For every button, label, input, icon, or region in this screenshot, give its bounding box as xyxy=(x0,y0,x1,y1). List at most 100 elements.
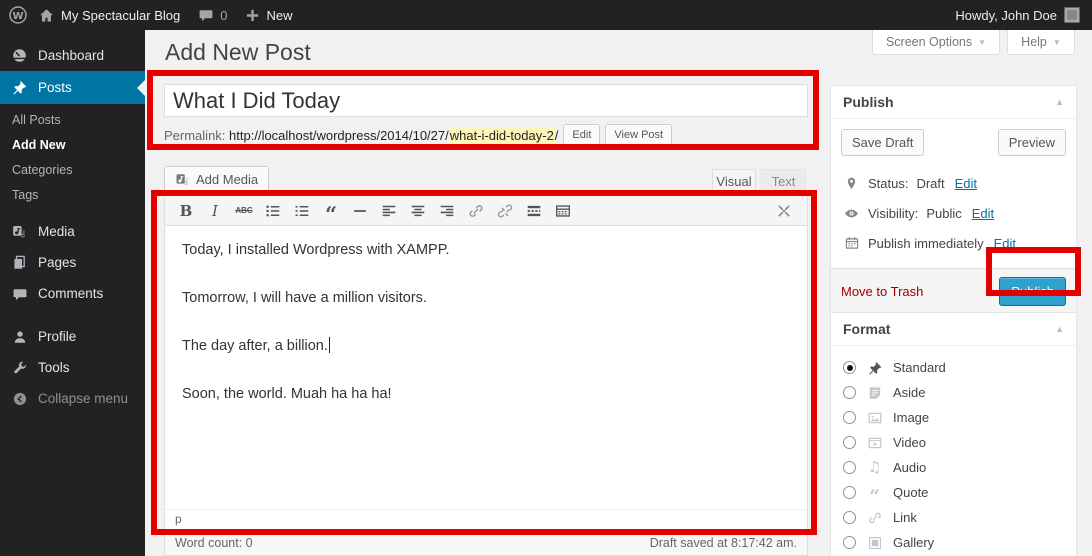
audio-note-icon: ♫ xyxy=(865,460,884,475)
draft-saved-timestamp: Draft saved at 8:17:42 am. xyxy=(650,536,797,550)
format-radio-video[interactable] xyxy=(843,436,856,449)
paragraph-text: The day after, a billion. xyxy=(182,338,328,354)
move-to-trash-link[interactable]: Move to Trash xyxy=(841,284,923,299)
fullscreen-icon[interactable] xyxy=(771,199,797,223)
align-center-icon[interactable] xyxy=(405,199,431,223)
add-media-label: Add Media xyxy=(196,172,258,187)
format-option-aside[interactable]: Aside xyxy=(831,380,1076,405)
screen-options-button[interactable]: Screen Options ▼ xyxy=(872,30,1000,55)
format-option-audio[interactable]: ♫ Audio xyxy=(831,455,1076,480)
tab-text[interactable]: Text xyxy=(761,169,806,193)
sidebar-item-pages[interactable]: Pages xyxy=(0,247,145,278)
save-draft-button[interactable]: Save Draft xyxy=(841,129,924,156)
format-radio-quote[interactable] xyxy=(843,486,856,499)
paragraph-text: Soon, the world. Muah ha ha ha! xyxy=(182,386,392,402)
aside-icon xyxy=(865,385,884,401)
status-pin-icon xyxy=(843,176,860,191)
format-panel-title: Format xyxy=(843,321,890,337)
format-radio-image[interactable] xyxy=(843,411,856,424)
publish-button[interactable]: Publish xyxy=(999,277,1066,306)
editor-paragraph: The day after, a billion. xyxy=(182,336,790,357)
toolbar-toggle-icon[interactable] xyxy=(550,199,576,223)
format-option-image[interactable]: Image xyxy=(831,405,1076,430)
editor-element-path[interactable]: p xyxy=(165,509,807,530)
strikethrough-icon[interactable]: ABC xyxy=(231,199,257,223)
unlink-icon[interactable] xyxy=(492,199,518,223)
wordpress-logo-menu[interactable]: W xyxy=(8,5,28,25)
edit-permalink-button[interactable]: Edit xyxy=(563,124,600,146)
format-radio-link[interactable] xyxy=(843,511,856,524)
tab-visual[interactable]: Visual xyxy=(712,169,756,193)
help-label: Help xyxy=(1021,35,1047,49)
chevron-down-icon: ▼ xyxy=(1053,38,1061,47)
sidebar-item-tools[interactable]: Tools xyxy=(0,352,145,383)
italic-icon[interactable]: I xyxy=(202,199,228,223)
submenu-tags[interactable]: Tags xyxy=(0,183,145,208)
format-option-link[interactable]: Link xyxy=(831,505,1076,530)
edit-status-link[interactable]: Edit xyxy=(955,176,977,191)
post-visibility-row: Visibility: Public Edit xyxy=(843,198,1064,228)
edit-visibility-link[interactable]: Edit xyxy=(972,206,994,221)
submenu-add-new[interactable]: Add New xyxy=(0,133,145,158)
sidebar-item-posts[interactable]: Posts xyxy=(0,71,145,104)
publish-panel-title: Publish xyxy=(843,94,894,110)
posts-submenu: All Posts Add New Categories Tags xyxy=(0,104,145,216)
align-left-icon[interactable] xyxy=(376,199,402,223)
align-right-icon[interactable] xyxy=(434,199,460,223)
help-button[interactable]: Help ▼ xyxy=(1007,30,1075,55)
comments-count: 0 xyxy=(220,8,227,23)
editor-paragraph: Soon, the world. Muah ha ha ha! xyxy=(182,384,790,405)
format-option-video[interactable]: Video xyxy=(831,430,1076,455)
format-option-label: Video xyxy=(893,435,926,450)
comments-shortcut[interactable]: 0 xyxy=(198,7,227,23)
edit-schedule-link[interactable]: Edit xyxy=(994,236,1016,251)
collapse-panel-icon[interactable]: ▲ xyxy=(1055,324,1064,334)
sidebar-item-label: Profile xyxy=(38,329,76,344)
new-content-menu[interactable]: New xyxy=(245,8,292,23)
bullet-list-icon[interactable] xyxy=(260,199,286,223)
format-option-quote[interactable]: “ Quote xyxy=(831,480,1076,505)
editor-content-area[interactable]: Today, I installed Wordpress with XAMPP.… xyxy=(165,226,807,509)
format-radio-aside[interactable] xyxy=(843,386,856,399)
preview-button[interactable]: Preview xyxy=(998,129,1066,156)
collapse-panel-icon[interactable]: ▲ xyxy=(1055,97,1064,107)
sidebar-item-label: Dashboard xyxy=(38,48,104,63)
my-account-menu[interactable]: Howdy, John Doe xyxy=(955,7,1080,23)
submenu-all-posts[interactable]: All Posts xyxy=(0,108,145,133)
submenu-categories[interactable]: Categories xyxy=(0,158,145,183)
sidebar-item-label: Posts xyxy=(38,80,72,95)
site-name-link[interactable]: My Spectacular Blog xyxy=(38,7,180,24)
format-radio-gallery[interactable] xyxy=(843,536,856,549)
sidebar-item-collapse-menu[interactable]: Collapse menu xyxy=(0,383,145,414)
main-content: Add New Post Screen Options ▼ Help ▼ Per… xyxy=(145,30,1092,556)
more-tag-icon[interactable] xyxy=(521,199,547,223)
format-option-gallery[interactable]: Gallery xyxy=(831,530,1076,555)
sidebar-separator xyxy=(0,309,145,321)
permalink-trailing-slash: / xyxy=(555,128,559,143)
format-option-label: Image xyxy=(893,410,929,425)
sidebar-item-label: Comments xyxy=(38,286,103,301)
format-radio-standard[interactable] xyxy=(843,361,856,374)
sidebar-item-dashboard[interactable]: Dashboard xyxy=(0,40,145,71)
horizontal-rule-icon[interactable] xyxy=(347,199,373,223)
permalink-slug[interactable]: what-i-did-today-2 xyxy=(449,128,555,143)
format-option-label: Standard xyxy=(893,360,946,375)
svg-text:W: W xyxy=(12,11,23,22)
view-post-button[interactable]: View Post xyxy=(605,124,672,146)
add-media-button[interactable]: Add Media xyxy=(164,166,269,193)
minor-publishing-actions: Save Draft Preview xyxy=(831,119,1076,166)
bold-icon[interactable]: B xyxy=(173,199,199,223)
blockquote-icon[interactable]: “ xyxy=(318,199,344,223)
numbered-list-icon[interactable] xyxy=(289,199,315,223)
post-title-input[interactable] xyxy=(164,84,808,117)
format-radio-audio[interactable] xyxy=(843,461,856,474)
format-panel-header[interactable]: Format ▲ xyxy=(831,313,1076,346)
publish-panel-header[interactable]: Publish ▲ xyxy=(831,86,1076,119)
sidebar-item-profile[interactable]: Profile xyxy=(0,321,145,352)
profile-icon xyxy=(10,329,29,345)
howdy-text: Howdy, John Doe xyxy=(955,8,1057,23)
sidebar-item-comments[interactable]: Comments xyxy=(0,278,145,309)
sidebar-item-media[interactable]: Media xyxy=(0,216,145,247)
format-option-standard[interactable]: Standard xyxy=(831,355,1076,380)
link-icon[interactable] xyxy=(463,199,489,223)
